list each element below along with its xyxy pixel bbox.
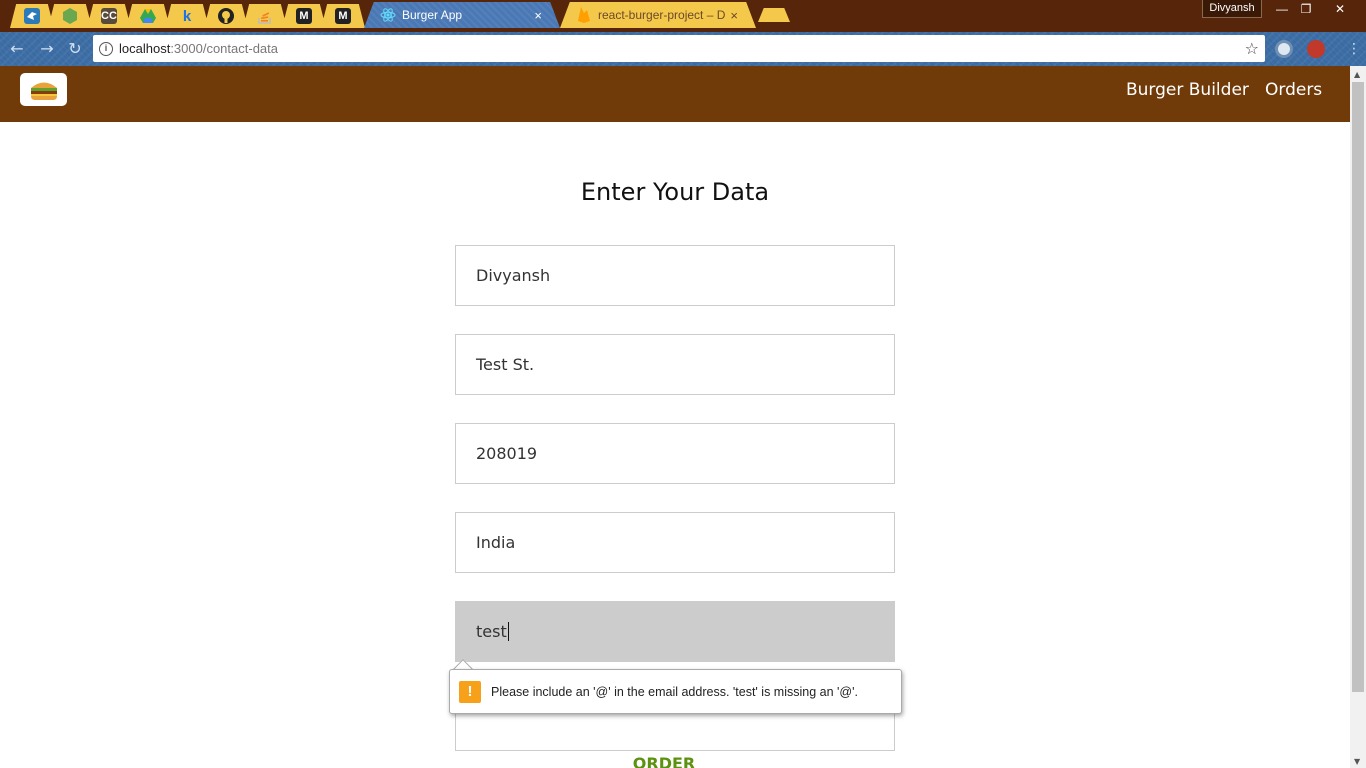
pinned-tab[interactable]	[243, 4, 287, 28]
medium-icon: M	[296, 8, 312, 24]
pinned-tab[interactable]: M	[282, 4, 326, 28]
menu-icon[interactable]: ⋮	[1343, 38, 1365, 60]
reload-icon[interactable]: ↻	[64, 38, 86, 60]
k-icon: k	[182, 7, 192, 25]
drive-icon	[140, 8, 156, 24]
scroll-up-icon[interactable]: ▲	[1354, 70, 1360, 79]
pinned-tab[interactable]	[10, 4, 54, 28]
text-caret	[507, 622, 509, 641]
browser-toolbar: ← → ↻ i localhost:3000/contact-data ☆ ⋮	[0, 32, 1366, 66]
tab-burger-app[interactable]: Burger App ×	[364, 2, 560, 28]
pinned-tab[interactable]: k	[165, 4, 209, 28]
url-text: localhost:3000/contact-data	[119, 41, 278, 56]
close-window-icon[interactable]: ✕	[1326, 0, 1354, 18]
tab-title: react-burger-project – D	[598, 8, 726, 22]
pinned-tab[interactable]	[48, 4, 92, 28]
email-input[interactable]: test	[455, 601, 895, 662]
url-host: localhost	[119, 41, 171, 56]
bookmark-star-icon[interactable]: ☆	[1245, 39, 1259, 58]
nav-burger-builder[interactable]: Burger Builder	[1126, 80, 1249, 100]
validation-tooltip: ! Please include an '@' in the email add…	[449, 669, 902, 714]
nav-orders[interactable]: Orders	[1265, 80, 1322, 100]
address-bar[interactable]: i localhost:3000/contact-data ☆	[93, 35, 1265, 62]
name-input[interactable]: Divyansh	[455, 245, 895, 306]
zip-value: 208019	[476, 444, 538, 463]
pinned-tab[interactable]: M	[321, 4, 365, 28]
forward-arrow-icon[interactable]: →	[36, 38, 58, 60]
github-icon	[218, 8, 234, 24]
extension-icon[interactable]	[1307, 40, 1325, 58]
cc-icon: CC	[101, 8, 117, 24]
nodejs-icon	[62, 8, 78, 24]
street-value: Test St.	[476, 355, 535, 374]
validation-message: Please include an '@' in the email addre…	[491, 684, 858, 699]
browser-tab-strip: CC k M M Burger App × react-burger-proje…	[0, 0, 1366, 32]
close-icon[interactable]: ×	[534, 8, 542, 23]
pinned-tab[interactable]	[204, 4, 248, 28]
url-path: :3000/contact-data	[170, 41, 279, 56]
close-icon[interactable]: ×	[730, 8, 738, 23]
form-title: Enter Your Data	[580, 178, 770, 206]
scroll-thumb[interactable]	[1352, 82, 1364, 692]
name-value: Divyansh	[476, 266, 551, 285]
bird-icon	[24, 8, 40, 24]
zip-code-input[interactable]: 208019	[455, 423, 895, 484]
profile-button[interactable]: Divyansh	[1202, 0, 1262, 18]
page-scrollbar[interactable]: ▲ ▼	[1350, 66, 1366, 768]
street-input[interactable]: Test St.	[455, 334, 895, 395]
scroll-down-icon[interactable]: ▼	[1354, 757, 1360, 766]
firebase-icon	[576, 7, 592, 23]
pinned-tab[interactable]: CC	[87, 4, 131, 28]
email-value: test	[476, 622, 507, 641]
react-icon	[380, 7, 396, 23]
country-input[interactable]: India	[455, 512, 895, 573]
stackoverflow-icon	[257, 8, 273, 24]
burger-logo-icon[interactable]	[20, 73, 67, 106]
app-navbar: Burger Builder Orders	[0, 66, 1350, 122]
restore-icon[interactable]: ❐	[1292, 0, 1320, 18]
page-content: Burger Builder Orders Enter Your Data Di…	[0, 66, 1350, 768]
pinned-tab[interactable]	[126, 4, 170, 28]
extension-icon[interactable]	[1275, 40, 1293, 58]
back-arrow-icon[interactable]: ←	[6, 38, 28, 60]
info-icon[interactable]: i	[99, 41, 113, 56]
tab-react-burger-project[interactable]: react-burger-project – D ×	[560, 2, 756, 28]
tab-title: Burger App	[402, 8, 463, 22]
medium-icon: M	[335, 8, 351, 24]
warning-icon: !	[459, 680, 481, 703]
order-button[interactable]: ORDER	[614, 754, 714, 768]
country-value: India	[476, 533, 516, 552]
new-tab-button[interactable]	[758, 8, 790, 22]
